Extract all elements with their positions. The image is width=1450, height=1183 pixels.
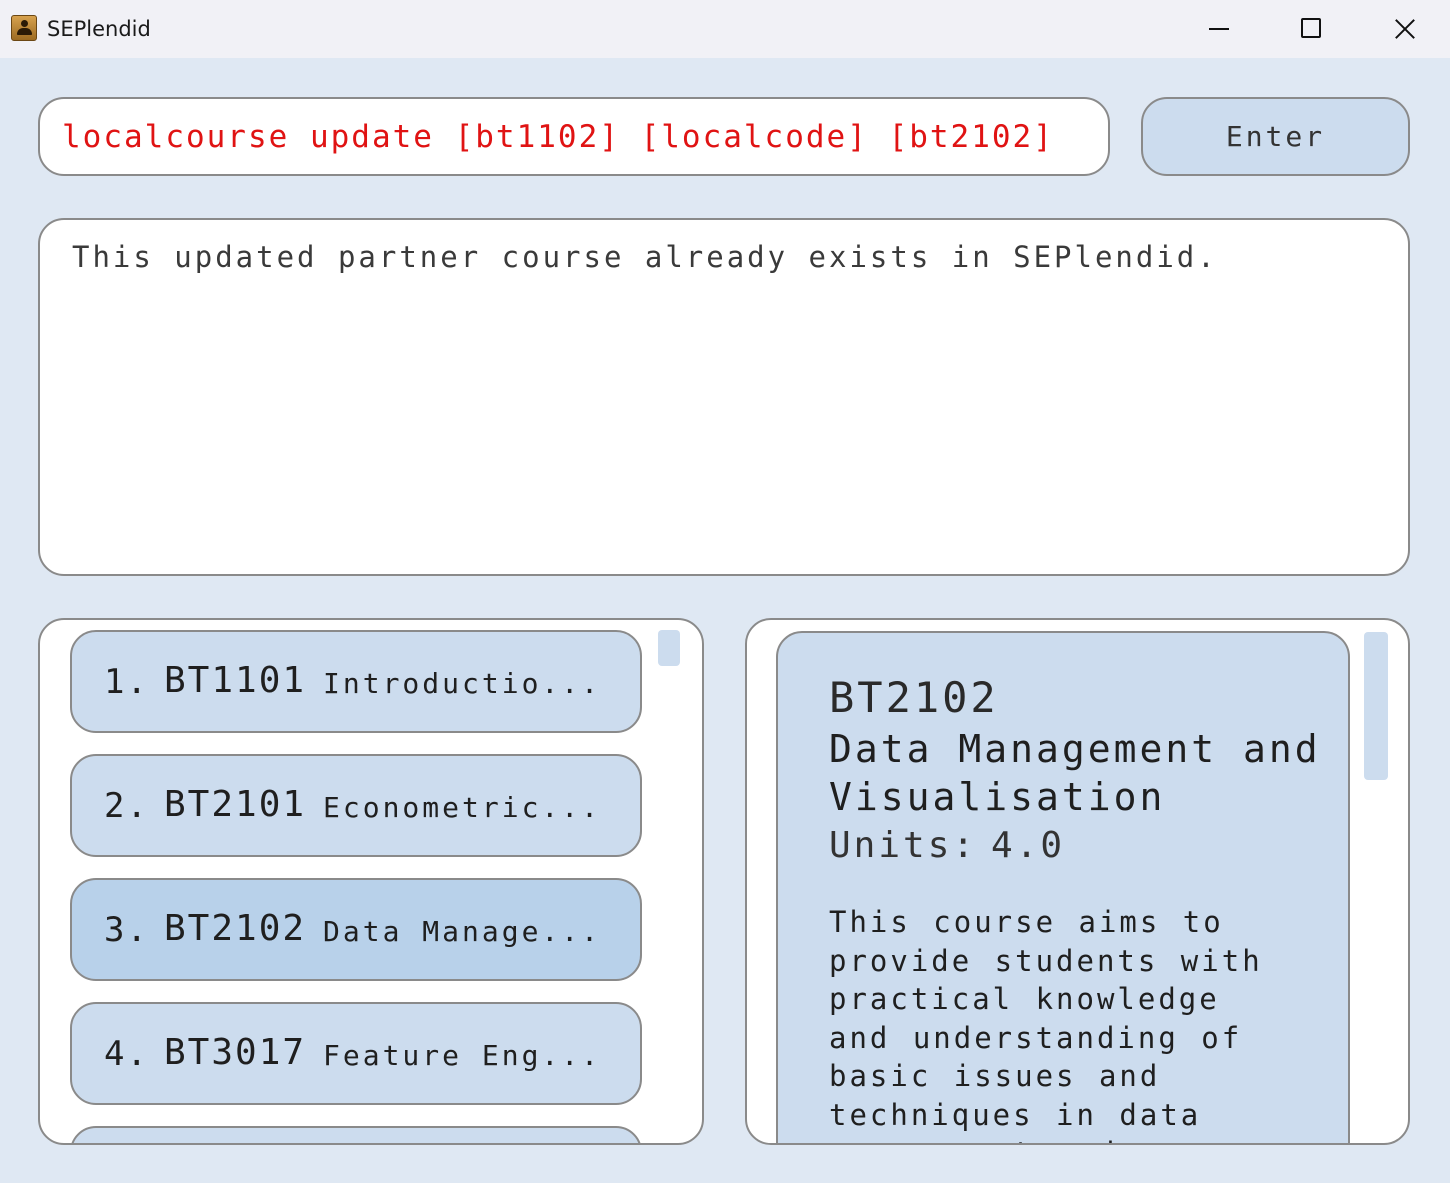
course-list-panel[interactable]: 1. BT1101 Introductio... 2. BT2101 Econo…: [38, 618, 704, 1145]
app-window: SEPlendid Enter This updated partner cou…: [0, 0, 1450, 1183]
enter-button[interactable]: Enter: [1141, 97, 1410, 176]
detail-units: Units: 4.0: [829, 825, 1065, 866]
detail-description: This course aims to provide students wit…: [829, 905, 1263, 1143]
course-list-item[interactable]: 2. BT2101 Econometric...: [70, 754, 642, 857]
detail-course-title: Data Management and Visualisation: [829, 727, 1321, 819]
course-index: 1.: [104, 662, 149, 702]
course-name: Econometric...: [323, 791, 602, 824]
units-label: Units:: [829, 825, 978, 866]
course-index: 2.: [104, 786, 149, 826]
units-value: 4.0: [991, 825, 1066, 866]
course-list-item-selected[interactable]: 3. BT2102 Data Manage...: [70, 878, 642, 981]
command-box: [38, 97, 1110, 176]
minimize-button[interactable]: [1172, 0, 1264, 58]
course-list-item-partial[interactable]: [70, 1126, 642, 1143]
minimize-icon: [1209, 28, 1229, 30]
course-detail-panel[interactable]: BT2102 Data Management and Visualisation…: [745, 618, 1410, 1145]
title-bar[interactable]: SEPlendid: [0, 0, 1450, 58]
course-name: Introductio...: [323, 667, 602, 700]
course-name: Feature Eng...: [323, 1039, 602, 1072]
window-title: SEPlendid: [47, 17, 151, 41]
course-code: BT2102: [164, 908, 307, 949]
course-index: 3.: [104, 910, 149, 950]
maximize-button[interactable]: [1264, 0, 1356, 58]
course-code: BT2101: [164, 784, 307, 825]
course-name: Data Manage...: [323, 915, 602, 948]
course-code: BT3017: [164, 1032, 307, 1073]
address-book-icon: [11, 15, 37, 41]
course-list-item[interactable]: 1. BT1101 Introductio...: [70, 630, 642, 733]
course-code: BT1101: [164, 660, 307, 701]
close-button[interactable]: [1357, 0, 1449, 58]
result-message: This updated partner course already exis…: [72, 240, 1218, 274]
course-index: 4.: [104, 1034, 149, 1074]
course-detail-card: BT2102 Data Management and Visualisation…: [776, 631, 1350, 1143]
course-list-item[interactable]: 4. BT3017 Feature Eng...: [70, 1002, 642, 1105]
maximize-icon: [1301, 18, 1321, 38]
detail-course-code: BT2102: [829, 673, 999, 722]
detail-scrollbar-thumb[interactable]: [1364, 632, 1388, 780]
list-scrollbar-thumb[interactable]: [658, 630, 680, 666]
command-input[interactable]: [62, 118, 1082, 156]
result-display: This updated partner course already exis…: [38, 218, 1410, 576]
